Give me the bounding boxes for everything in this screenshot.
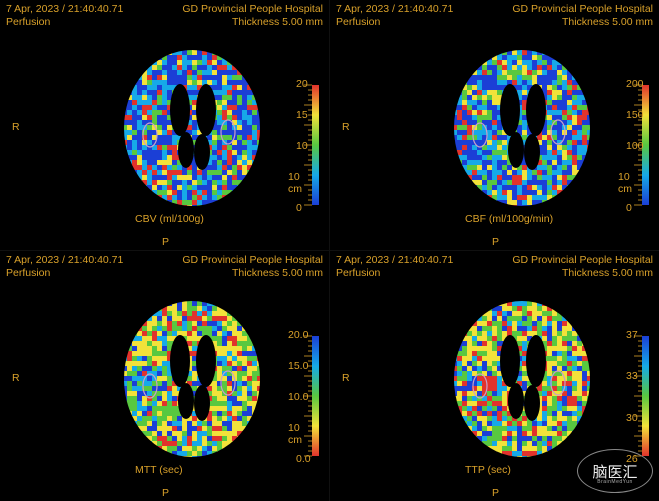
viewport-cbf[interactable]: 7 Apr, 2023 / 21:40:40.71 Perfusion GD P… (330, 0, 659, 250)
scale-tick-label: 15 (296, 109, 308, 121)
scale-tick-label: 10.0 (288, 391, 309, 403)
color-scale-bar (634, 335, 649, 457)
scale-tick-label: 20.0 (288, 329, 309, 341)
scale-tick-label: 10 cm (288, 171, 302, 195)
scale-tick-label: 150 (626, 109, 644, 121)
scale-tick-label: 0 (296, 202, 302, 214)
scale-tick-label: 10 cm (288, 422, 302, 446)
logo-subtext: BrainMedYun (597, 479, 633, 485)
scale-tick-label: 10 cm (618, 171, 632, 195)
scale-tick-label: 33 (626, 370, 638, 383)
map-label: MTT (sec) (135, 464, 183, 476)
viewport-mtt[interactable]: 7 Apr, 2023 / 21:40:40.71 Perfusion GD P… (0, 251, 329, 501)
scale-tick-label: 0 (626, 202, 632, 214)
viewport-ttp[interactable]: 7 Apr, 2023 / 21:40:40.71 Perfusion GD P… (330, 251, 659, 501)
scale-tick-label: 15.0 (288, 360, 309, 372)
viewport-cbv[interactable]: 7 Apr, 2023 / 21:40:40.71 Perfusion GD P… (0, 0, 329, 250)
map-label: TTP (sec) (465, 464, 511, 476)
scale-tick-label: 0.0 (296, 453, 311, 465)
scale-tick-label: 20 (296, 78, 308, 90)
scale-tick-label: 10 (296, 140, 308, 152)
brainmed-logo: 脑医汇 BrainMedYun (577, 449, 653, 493)
map-label: CBF (ml/100g/min) (465, 213, 554, 225)
scale-tick-label: 37 (626, 329, 638, 341)
scale-tick-label: 100 (626, 140, 644, 152)
scale-tick-label: 200 (626, 78, 644, 90)
scale-tick-label: 30 (626, 411, 638, 424)
map-label: CBV (ml/100g) (135, 213, 204, 225)
